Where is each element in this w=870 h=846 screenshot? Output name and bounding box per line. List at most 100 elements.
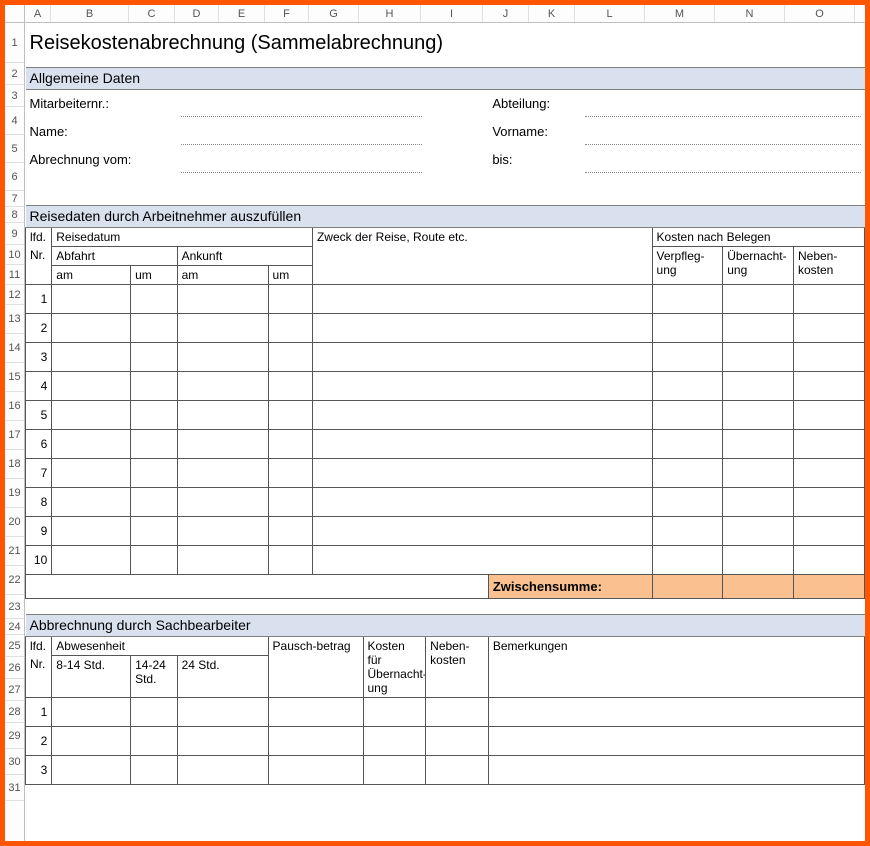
cell-bemerkungen[interactable] (488, 755, 864, 784)
cell-abfahrt-am[interactable] (52, 400, 131, 429)
cell-ankunft-am[interactable] (177, 400, 268, 429)
cell-abfahrt-am[interactable] (52, 429, 131, 458)
cell-abfahrt-am[interactable] (52, 458, 131, 487)
cell-abfahrt-am[interactable] (52, 313, 131, 342)
cell-nr[interactable]: 4 (26, 371, 52, 400)
cell-abfahrt-am[interactable] (52, 284, 131, 313)
col-header-O[interactable]: O (785, 5, 855, 22)
row-header-14[interactable]: 14 (5, 334, 24, 363)
cell-nebenkosten[interactable] (793, 342, 864, 371)
cell-uebernachtung[interactable] (723, 371, 794, 400)
row-header-24[interactable]: 24 (5, 619, 24, 635)
cell-nebenkosten[interactable] (793, 429, 864, 458)
row-header-13[interactable]: 13 (5, 305, 24, 334)
cell-nebenkosten[interactable] (793, 313, 864, 342)
col-header-E[interactable]: E (219, 5, 265, 22)
col-header-A[interactable]: A (25, 5, 51, 22)
cell-abfahrt-um[interactable] (131, 313, 177, 342)
row-header-17[interactable]: 17 (5, 421, 24, 450)
cell-ankunft-um[interactable] (268, 400, 312, 429)
cell-ankunft-am[interactable] (177, 371, 268, 400)
cell-nr[interactable]: 3 (26, 755, 52, 784)
cell-nebenkosten[interactable] (793, 400, 864, 429)
row-header-28[interactable]: 28 (5, 701, 24, 723)
cell-abfahrt-am[interactable] (52, 487, 131, 516)
row-header-16[interactable]: 16 (5, 392, 24, 421)
row-header-6[interactable]: 6 (5, 163, 24, 191)
cell-kosten-uebern[interactable] (363, 726, 426, 755)
cell-verpflegung[interactable] (652, 429, 723, 458)
cell-abfahrt-um[interactable] (131, 545, 177, 574)
cell-zweck[interactable] (312, 429, 652, 458)
row-header-3[interactable]: 3 (5, 85, 24, 107)
cell-uebernachtung[interactable] (723, 429, 794, 458)
row-header-31[interactable]: 31 (5, 775, 24, 801)
cell-bemerkungen[interactable] (488, 726, 864, 755)
cell-ankunft-um[interactable] (268, 487, 312, 516)
cell-nebenkosten[interactable] (426, 697, 489, 726)
cell-abfahrt-um[interactable] (131, 458, 177, 487)
row-header-19[interactable]: 19 (5, 479, 24, 508)
cell-abfahrt-am[interactable] (52, 545, 131, 574)
cell-bemerkungen[interactable] (488, 697, 864, 726)
cell-ankunft-am[interactable] (177, 313, 268, 342)
cell-verpflegung[interactable] (652, 458, 723, 487)
cell-zweck[interactable] (312, 400, 652, 429)
cell-nebenkosten[interactable] (793, 545, 864, 574)
col-header-K[interactable]: K (529, 5, 575, 22)
cell-ankunft-um[interactable] (268, 458, 312, 487)
cell-ankunft-am[interactable] (177, 429, 268, 458)
cell-ankunft-um[interactable] (268, 342, 312, 371)
row-header-15[interactable]: 15 (5, 363, 24, 392)
cell-nr[interactable]: 3 (26, 342, 52, 371)
cell-nr[interactable]: 2 (26, 726, 52, 755)
cell-nebenkosten[interactable] (426, 755, 489, 784)
cell-ankunft-am[interactable] (177, 342, 268, 371)
cell-ankunft-um[interactable] (268, 371, 312, 400)
cell-zweck[interactable] (312, 458, 652, 487)
cell-abfahrt-um[interactable] (131, 516, 177, 545)
field-firstname[interactable] (585, 117, 860, 145)
subtotal-verpflegung[interactable] (652, 574, 723, 598)
cell-nr[interactable]: 1 (26, 697, 52, 726)
cell-uebernachtung[interactable] (723, 545, 794, 574)
cell-8-14[interactable] (52, 726, 131, 755)
cell-nebenkosten[interactable] (793, 487, 864, 516)
col-header-C[interactable]: C (129, 5, 175, 22)
cell-pauschbetrag[interactable] (268, 697, 363, 726)
cell-abfahrt-um[interactable] (131, 487, 177, 516)
cell-nr[interactable]: 10 (26, 545, 52, 574)
row-header-5[interactable]: 5 (5, 135, 24, 163)
cell-verpflegung[interactable] (652, 284, 723, 313)
row-header-12[interactable]: 12 (5, 285, 24, 305)
row-header-21[interactable]: 21 (5, 537, 24, 566)
cell-verpflegung[interactable] (652, 371, 723, 400)
cell-zweck[interactable] (312, 342, 652, 371)
cell-zweck[interactable] (312, 371, 652, 400)
cell-abfahrt-um[interactable] (131, 371, 177, 400)
cell-nr[interactable]: 6 (26, 429, 52, 458)
cell-abfahrt-am[interactable] (52, 342, 131, 371)
cell-nr[interactable]: 2 (26, 313, 52, 342)
cell-8-14[interactable] (52, 755, 131, 784)
cell-abfahrt-am[interactable] (52, 371, 131, 400)
col-header-H[interactable]: H (359, 5, 421, 22)
field-accounting-from[interactable] (181, 145, 422, 173)
cell-verpflegung[interactable] (652, 545, 723, 574)
row-header-27[interactable]: 27 (5, 679, 24, 701)
row-header-20[interactable]: 20 (5, 508, 24, 537)
cell-24[interactable] (177, 755, 268, 784)
cell-nebenkosten[interactable] (793, 458, 864, 487)
cell-verpflegung[interactable] (652, 313, 723, 342)
cell-24[interactable] (177, 726, 268, 755)
cell-8-14[interactable] (52, 697, 131, 726)
cell-ankunft-um[interactable] (268, 284, 312, 313)
cell-ankunft-am[interactable] (177, 516, 268, 545)
cell-ankunft-um[interactable] (268, 429, 312, 458)
row-header-22[interactable]: 22 (5, 566, 24, 595)
cell-zweck[interactable] (312, 313, 652, 342)
field-to[interactable] (585, 145, 860, 173)
col-header-N[interactable]: N (715, 5, 785, 22)
row-header-23[interactable]: 23 (5, 595, 24, 619)
cell-uebernachtung[interactable] (723, 284, 794, 313)
